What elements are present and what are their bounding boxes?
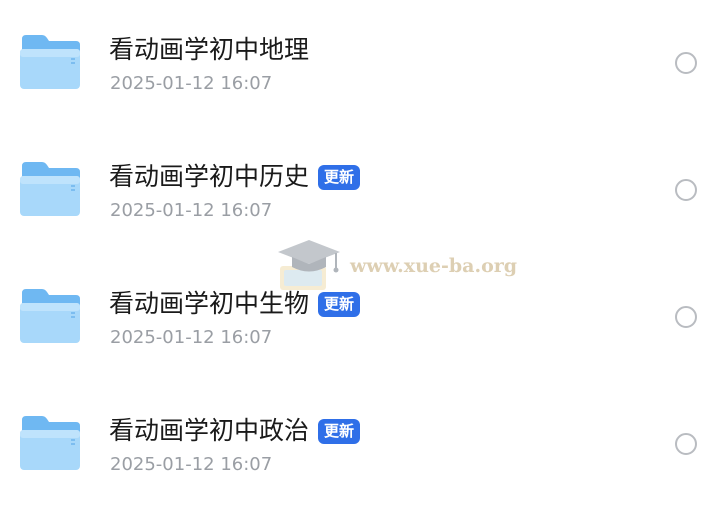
- file-date: 2025-01-12 16:07: [110, 200, 273, 221]
- file-title-line: 看动画学初中地理: [109, 32, 309, 68]
- folder-icon: [18, 414, 82, 472]
- update-badge: 更新: [318, 418, 361, 444]
- select-radio-icon[interactable]: [675, 52, 697, 74]
- graduation-cap-icon: [274, 236, 344, 296]
- file-name: 看动画学初中政治: [109, 416, 310, 445]
- list-item[interactable]: 看动画学初中地理 2025-01-12 16:07: [0, 0, 715, 127]
- select-radio-icon[interactable]: [675, 179, 697, 201]
- file-name: 看动画学初中历史: [109, 162, 310, 191]
- list-item[interactable]: 看动画学初中政治 更新 2025-01-12 16:07: [0, 381, 715, 508]
- file-title-line: 看动画学初中政治 更新: [109, 413, 361, 449]
- file-name: 看动画学初中地理: [109, 35, 310, 64]
- folder-icon: [18, 33, 82, 91]
- folder-icon: [18, 160, 82, 218]
- select-radio-icon[interactable]: [675, 306, 697, 328]
- file-date: 2025-01-12 16:07: [110, 327, 273, 348]
- file-title-line: 看动画学初中历史 更新: [109, 159, 361, 195]
- select-radio-icon[interactable]: [675, 433, 697, 455]
- watermark: www.xue-ba.org: [274, 236, 518, 300]
- update-badge: 更新: [318, 164, 361, 190]
- file-date: 2025-01-12 16:07: [110, 454, 273, 475]
- folder-icon: [18, 287, 82, 345]
- file-date: 2025-01-12 16:07: [110, 73, 273, 94]
- watermark-text: www.xue-ba.org: [350, 255, 518, 277]
- list-item[interactable]: 看动画学初中历史 更新 2025-01-12 16:07: [0, 127, 715, 254]
